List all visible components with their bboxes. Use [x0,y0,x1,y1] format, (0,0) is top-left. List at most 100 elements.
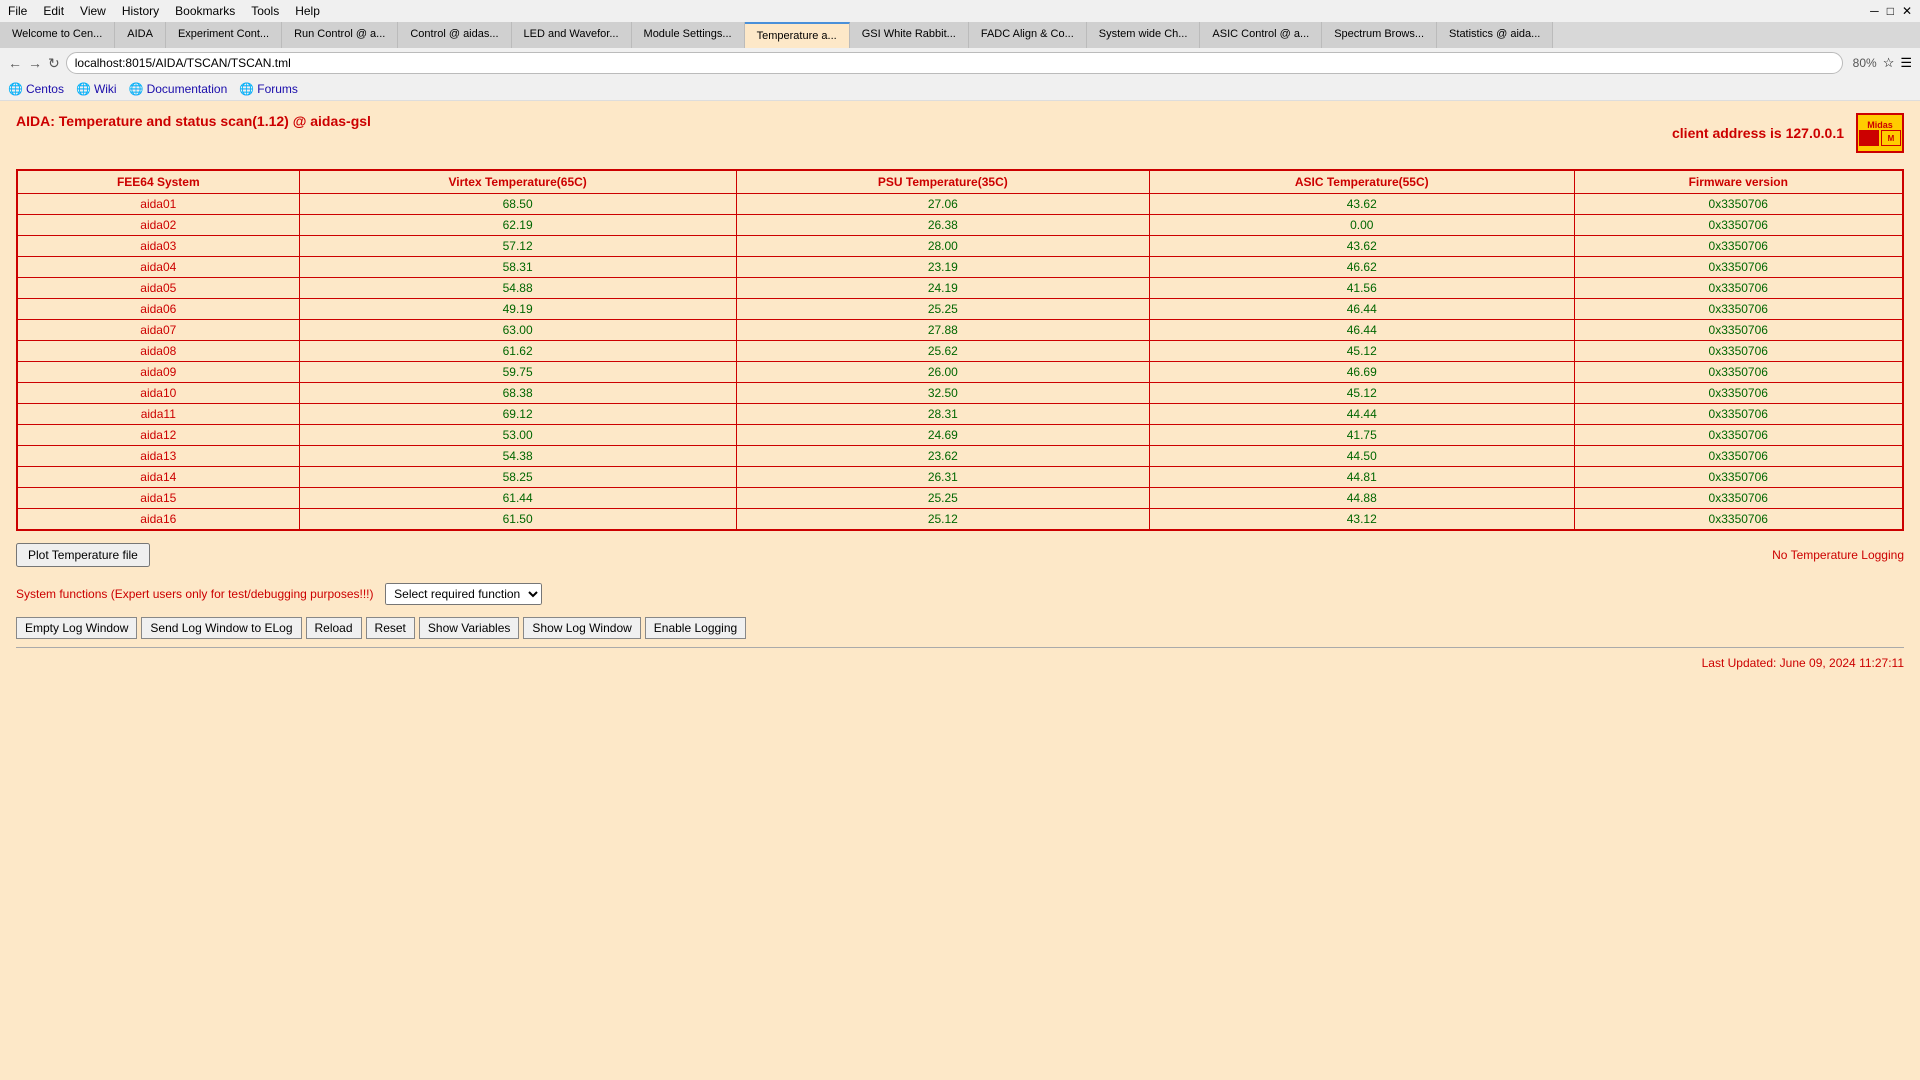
menu-file[interactable]: File [8,4,27,18]
cell-sys-10: aida11 [17,404,299,425]
cell-asic-11: 41.75 [1149,425,1574,446]
cell-virtex-6: 63.00 [299,320,736,341]
tab-fadc[interactable]: FADC Align & Co... [969,22,1087,48]
reload-button[interactable]: ↻ [48,55,60,72]
table-row: aida06 49.19 25.25 46.44 0x3350706 [17,299,1903,320]
cell-psu-14: 25.25 [736,488,1149,509]
midas-logo: Midas M [1856,113,1904,153]
cell-asic-5: 46.44 [1149,299,1574,320]
tab-aida[interactable]: AIDA [115,22,166,48]
minimize-button[interactable]: ─ [1870,4,1879,18]
tab-system[interactable]: System wide Ch... [1087,22,1201,48]
zoom-level: 80% [1853,56,1877,70]
bookmark-documentation[interactable]: 🌐 Documentation [129,82,228,96]
page-title: AIDA: Temperature and status scan(1.12) … [16,113,371,129]
cell-asic-13: 44.81 [1149,467,1574,488]
tab-spectrum[interactable]: Spectrum Brows... [1322,22,1437,48]
cell-psu-6: 27.88 [736,320,1149,341]
no-logging-status: No Temperature Logging [1772,548,1904,562]
plot-temperature-button[interactable]: Plot Temperature file [16,543,150,567]
cell-firmware-5: 0x3350706 [1574,299,1903,320]
bookmark-wiki[interactable]: 🌐 Wiki [76,82,117,96]
cell-firmware-6: 0x3350706 [1574,320,1903,341]
menu-history[interactable]: History [122,4,159,18]
cell-virtex-1: 62.19 [299,215,736,236]
url-input[interactable] [66,52,1843,74]
last-updated: Last Updated: June 09, 2024 11:27:11 [16,656,1904,670]
menu-icon[interactable]: ☰ [1900,55,1912,71]
menu-view[interactable]: View [80,4,106,18]
empty-log-button[interactable]: Empty Log Window [16,617,137,639]
cell-firmware-4: 0x3350706 [1574,278,1903,299]
table-row: aida02 62.19 26.38 0.00 0x3350706 [17,215,1903,236]
tab-experiment[interactable]: Experiment Cont... [166,22,282,48]
tab-statistics[interactable]: Statistics @ aida... [1437,22,1553,48]
col-header-system: FEE64 System [17,170,299,194]
cell-sys-4: aida05 [17,278,299,299]
table-row: aida13 54.38 23.62 44.50 0x3350706 [17,446,1903,467]
col-header-psu: PSU Temperature(35C) [736,170,1149,194]
tab-control[interactable]: Control @ aidas... [398,22,511,48]
cell-psu-1: 26.38 [736,215,1149,236]
table-row: aida14 58.25 26.31 44.81 0x3350706 [17,467,1903,488]
table-row: aida01 68.50 27.06 43.62 0x3350706 [17,194,1903,215]
send-log-button[interactable]: Send Log Window to ELog [141,617,301,639]
client-address: client address is 127.0.0.1 [1672,125,1844,141]
cell-firmware-12: 0x3350706 [1574,446,1903,467]
tab-module[interactable]: Module Settings... [632,22,745,48]
cell-psu-2: 28.00 [736,236,1149,257]
enable-logging-button[interactable]: Enable Logging [645,617,746,639]
tab-gsi[interactable]: GSI White Rabbit... [850,22,969,48]
cell-sys-0: aida01 [17,194,299,215]
cell-firmware-0: 0x3350706 [1574,194,1903,215]
cell-psu-0: 27.06 [736,194,1149,215]
sys-functions-label: System functions (Expert users only for … [16,587,374,601]
menu-help[interactable]: Help [295,4,320,18]
show-log-button[interactable]: Show Log Window [523,617,640,639]
cell-psu-13: 26.31 [736,467,1149,488]
bookmark-forums[interactable]: 🌐 Forums [239,82,298,96]
cell-virtex-4: 54.88 [299,278,736,299]
cell-sys-3: aida04 [17,257,299,278]
tab-temperature[interactable]: Temperature a... [745,22,850,48]
show-variables-button[interactable]: Show Variables [419,617,520,639]
menu-edit[interactable]: Edit [43,4,64,18]
forward-button[interactable]: → [28,55,42,71]
cell-sys-7: aida08 [17,341,299,362]
cell-psu-11: 24.69 [736,425,1149,446]
maximize-button[interactable]: □ [1887,4,1894,18]
cell-asic-3: 46.62 [1149,257,1574,278]
cell-virtex-5: 49.19 [299,299,736,320]
cell-asic-12: 44.50 [1149,446,1574,467]
cell-asic-10: 44.44 [1149,404,1574,425]
tab-led[interactable]: LED and Wavefor... [512,22,632,48]
cell-firmware-3: 0x3350706 [1574,257,1903,278]
cell-psu-9: 32.50 [736,383,1149,404]
bookmarks-bar: 🌐 Centos 🌐 Wiki 🌐 Documentation 🌐 Forums [0,78,1920,101]
cell-firmware-15: 0x3350706 [1574,509,1903,531]
menu-tools[interactable]: Tools [251,4,279,18]
cell-psu-15: 25.12 [736,509,1149,531]
tab-asic[interactable]: ASIC Control @ a... [1200,22,1322,48]
menu-bookmarks[interactable]: Bookmarks [175,4,235,18]
cell-firmware-2: 0x3350706 [1574,236,1903,257]
cell-sys-12: aida13 [17,446,299,467]
tab-welcome[interactable]: Welcome to Cen... [0,22,115,48]
tab-run-control[interactable]: Run Control @ a... [282,22,398,48]
divider [16,647,1904,648]
reset-button[interactable]: Reset [366,617,415,639]
table-row: aida10 68.38 32.50 45.12 0x3350706 [17,383,1903,404]
cell-virtex-7: 61.62 [299,341,736,362]
cell-firmware-11: 0x3350706 [1574,425,1903,446]
bookmark-centos[interactable]: 🌐 Centos [8,82,64,96]
cell-psu-3: 23.19 [736,257,1149,278]
cell-virtex-3: 58.31 [299,257,736,278]
close-button[interactable]: ✕ [1902,4,1912,18]
function-select[interactable]: Select required function [385,583,542,605]
table-row: aida05 54.88 24.19 41.56 0x3350706 [17,278,1903,299]
bookmark-star-icon[interactable]: ☆ [1883,55,1895,71]
cell-sys-8: aida09 [17,362,299,383]
reload-page-button[interactable]: Reload [306,617,362,639]
cell-asic-6: 46.44 [1149,320,1574,341]
back-button[interactable]: ← [8,55,22,71]
